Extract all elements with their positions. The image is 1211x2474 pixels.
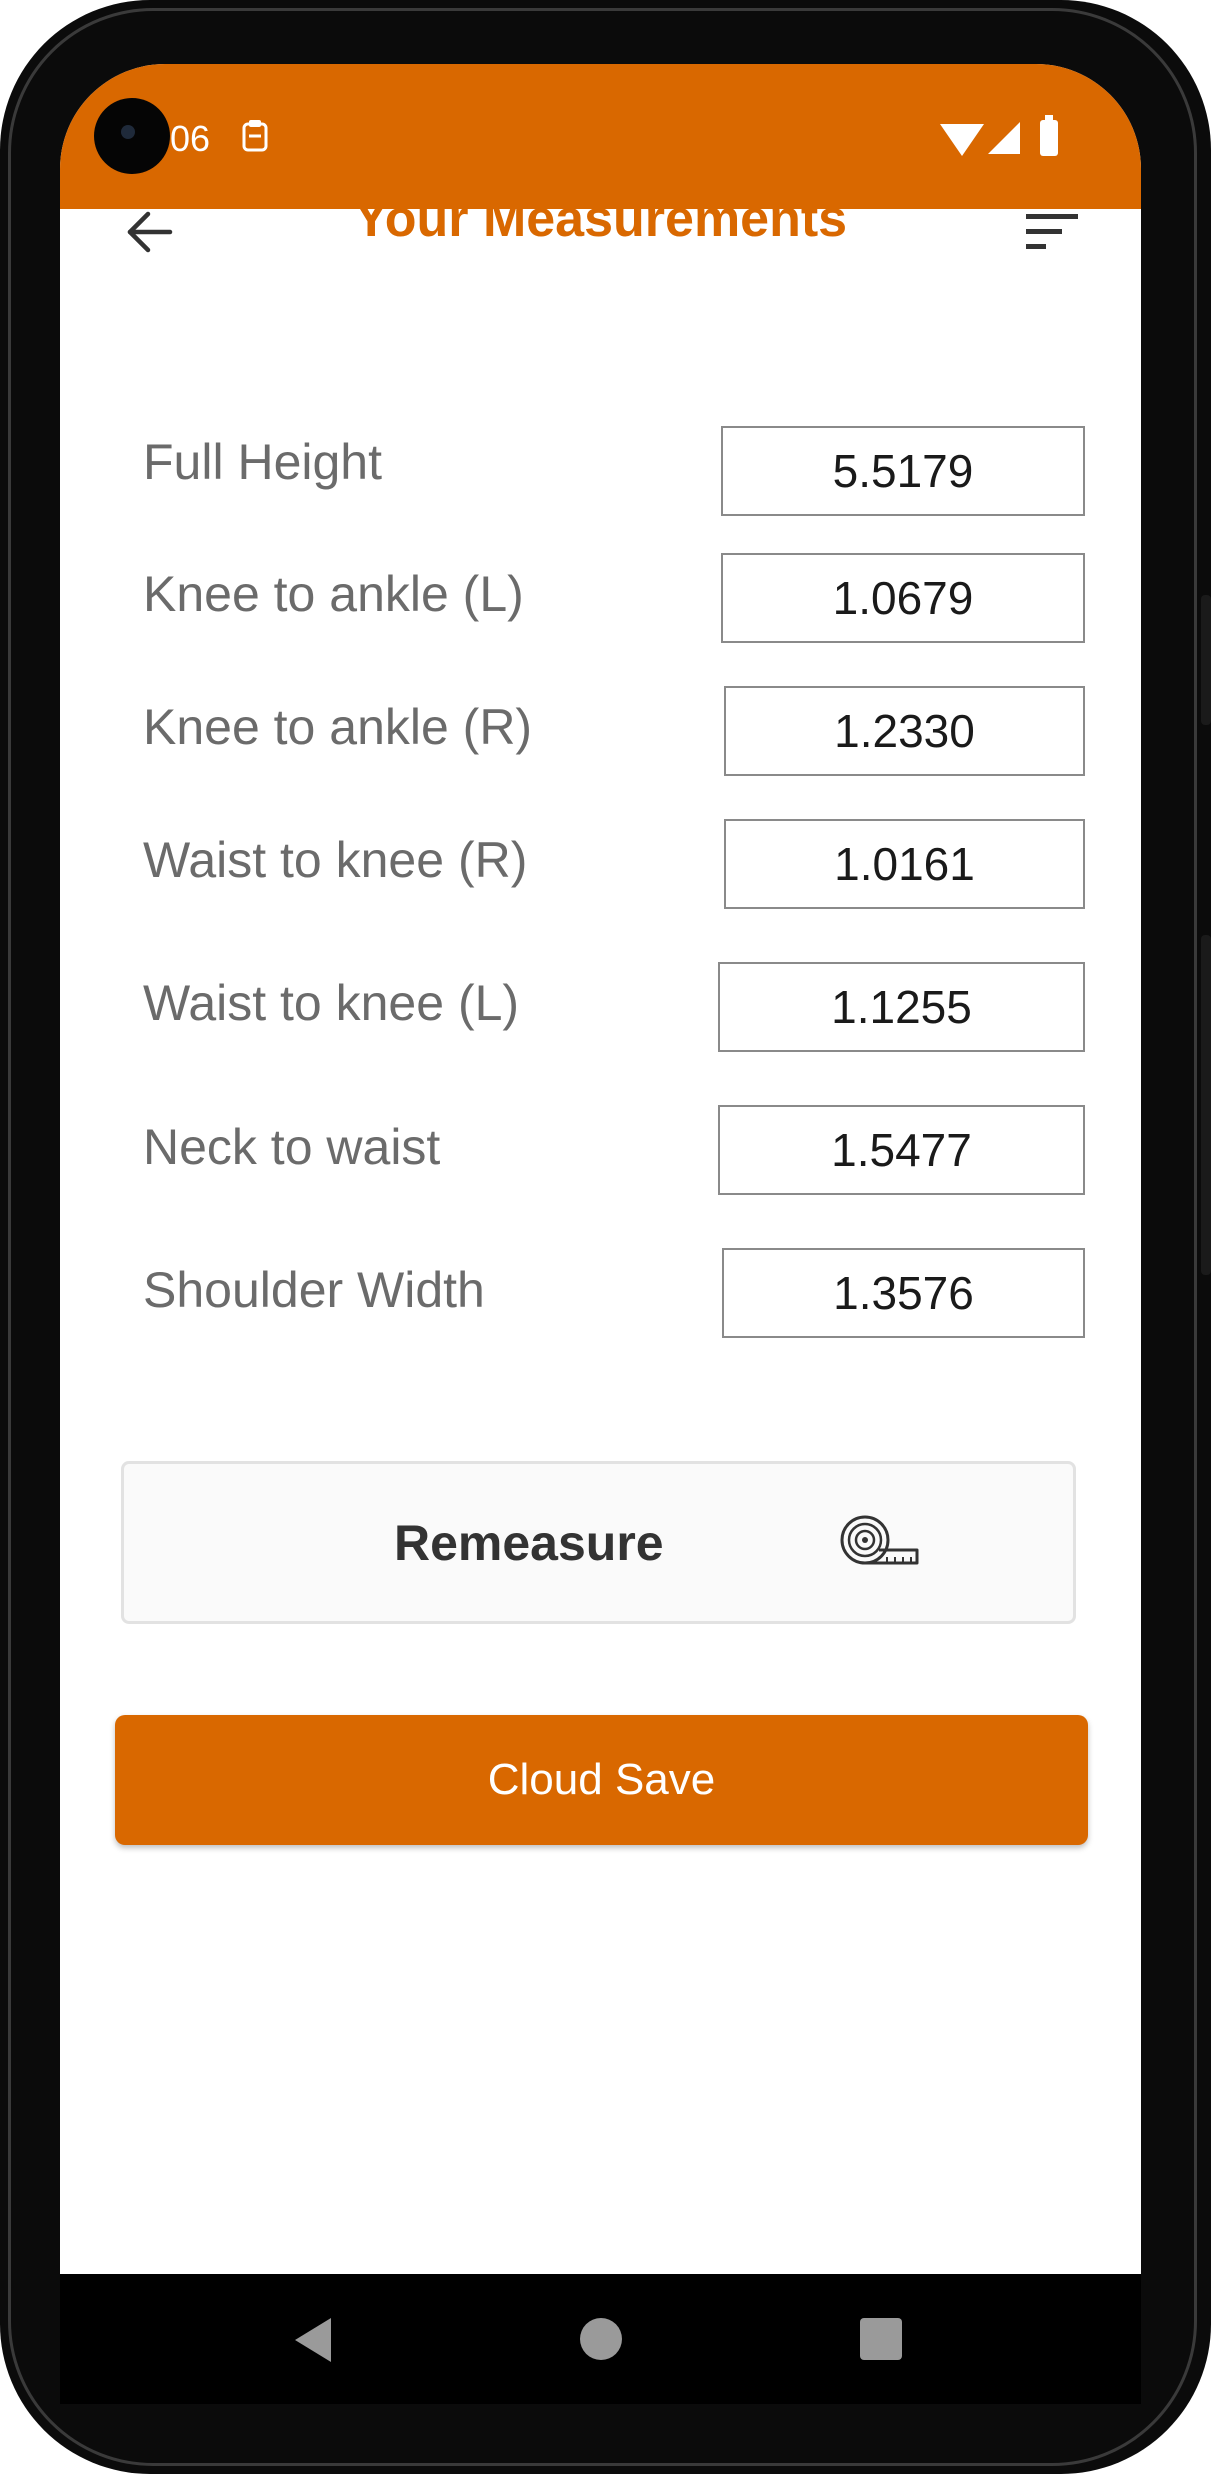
measurement-label: Shoulder Width [143, 1262, 485, 1318]
remeasure-label: Remeasure [394, 1515, 664, 1571]
status-bar: 06 [60, 64, 1141, 209]
measurement-label: Waist to knee (R) [143, 832, 528, 888]
cloud-save-button[interactable]: Cloud Save [115, 1715, 1088, 1845]
wifi-icon [940, 124, 984, 156]
measurement-label: Knee to ankle (L) [143, 566, 524, 622]
status-time: 06 [170, 118, 211, 159]
clipboard-icon [240, 118, 270, 163]
remeasure-button[interactable]: Remeasure [121, 1461, 1076, 1624]
volume-button [1201, 595, 1211, 725]
measurement-value-field[interactable]: 1.3576 [722, 1248, 1085, 1338]
measurement-label: Waist to knee (L) [143, 975, 520, 1031]
measurement-value-field[interactable]: 1.1255 [718, 962, 1085, 1052]
system-nav-bar [60, 2274, 1141, 2404]
screen: 06 Your Measurements Full Height 5.5179 … [60, 64, 1141, 2274]
measurement-value-field[interactable]: 5.5179 [721, 426, 1085, 516]
measurement-value-field[interactable]: 1.0161 [724, 819, 1085, 909]
measurement-label: Full Height [143, 434, 382, 490]
measurement-label: Knee to ankle (R) [143, 699, 533, 755]
nav-recents-icon[interactable] [860, 2318, 902, 2360]
measuring-tape-icon [840, 1515, 919, 1565]
nav-back-icon[interactable] [295, 2318, 331, 2362]
battery-icon [1040, 115, 1058, 156]
power-button [1201, 935, 1211, 1275]
measurement-value-field[interactable]: 1.0679 [721, 553, 1085, 643]
measurement-label: Neck to waist [143, 1119, 441, 1175]
measurement-value-field[interactable]: 1.5477 [718, 1105, 1085, 1195]
nav-home-icon[interactable] [580, 2318, 622, 2360]
sort-icon[interactable] [1026, 212, 1078, 252]
page-title: Your Measurements [353, 190, 848, 248]
front-camera [94, 98, 170, 174]
measurement-value-field[interactable]: 1.2330 [724, 686, 1085, 776]
signal-icon [988, 122, 1020, 154]
